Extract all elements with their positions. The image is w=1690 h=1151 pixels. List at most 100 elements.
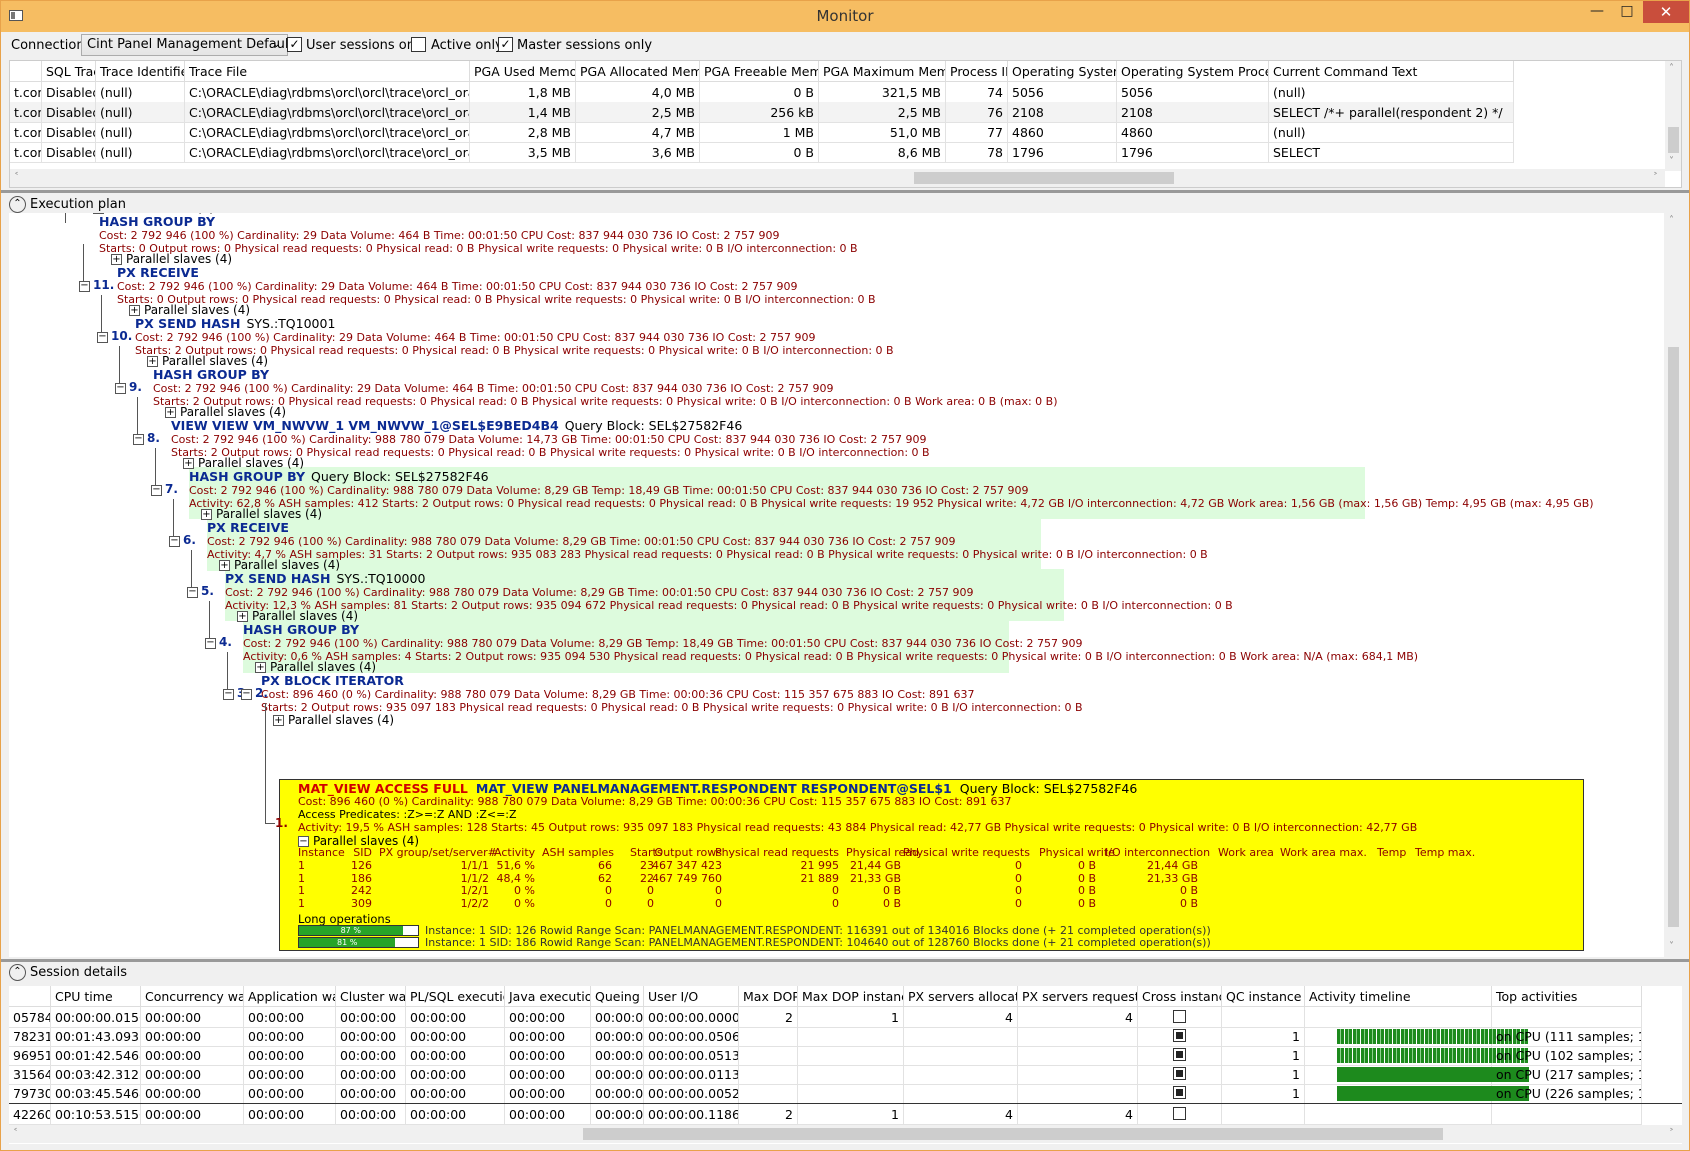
table-cell[interactable]: 1: [1222, 1083, 1305, 1104]
table-cell[interactable]: 00:00:00: [591, 1104, 644, 1125]
table-cell[interactable]: 1,4 MB: [470, 102, 576, 123]
column-header[interactable]: Activity timeline: [1305, 986, 1492, 1007]
table-cell[interactable]: 00:00:00: [336, 1064, 406, 1085]
table-cell[interactable]: 00:00:00.0113530: [644, 1064, 739, 1085]
table-cell[interactable]: 00:00:00: [244, 1104, 336, 1125]
parallel-slaves-toggle[interactable]: + Parallel slaves (4): [129, 303, 250, 317]
table-cell[interactable]: 00:00:00.0000000: [644, 1007, 739, 1028]
sessions-grid[interactable]: ˄ ˅ ˂ ˃ SQL TraceTrace IdentifierTrace F…: [9, 60, 1682, 188]
expand-icon[interactable]: +: [147, 356, 158, 367]
table-cell[interactable]: [904, 1064, 1018, 1085]
details-horizontal-scrollbar[interactable]: ˂ ˃: [9, 1125, 1682, 1143]
table-cell[interactable]: (null): [96, 122, 185, 143]
table-cell[interactable]: 00:00:00: [244, 1064, 336, 1085]
table-cell[interactable]: 1: [798, 1007, 904, 1028]
plan-node[interactable]: VIEW VIEW VM_NWVW_1 VM_NWVW_1@SEL$E9BED4…: [171, 418, 930, 459]
table-cell[interactable]: t.com: [10, 102, 42, 123]
table-cell[interactable]: [739, 1045, 798, 1066]
cross-instance-checkbox[interactable]: [1173, 1067, 1186, 1080]
table-cell[interactable]: 797300: [9, 1083, 51, 1104]
table-cell[interactable]: 4860: [1008, 122, 1117, 143]
column-header[interactable]: User I/O: [644, 986, 739, 1007]
column-header[interactable]: Java execution: [505, 986, 591, 1007]
collapse-node-icon[interactable]: −: [97, 332, 108, 343]
active-only-checkbox[interactable]: [411, 37, 426, 52]
column-header[interactable]: PL/SQL execution: [406, 986, 505, 1007]
parallel-slaves-toggle[interactable]: + Parallel slaves (4): [111, 252, 232, 266]
table-cell[interactable]: [739, 1064, 798, 1085]
close-button[interactable]: ✕: [1643, 1, 1689, 23]
table-cell[interactable]: [1222, 1104, 1305, 1125]
table-cell[interactable]: 1: [798, 1104, 904, 1125]
column-header[interactable]: Max DOP instances: [798, 986, 904, 1007]
plan-node[interactable]: HASH GROUP BY Cost: 2 792 946 (100 %) Car…: [243, 622, 1418, 663]
expand-icon[interactable]: +: [237, 611, 248, 622]
table-cell[interactable]: Disabled: [42, 82, 96, 103]
sessions-vertical-scrollbar[interactable]: ˄ ˅: [1665, 61, 1681, 171]
table-cell[interactable]: [1018, 1026, 1138, 1047]
column-header[interactable]: PGA Freeable Memory: [700, 61, 819, 82]
table-cell[interactable]: 77: [946, 122, 1008, 143]
table-cell[interactable]: 1796: [1008, 142, 1117, 163]
table-cell[interactable]: 3,6 MB: [576, 142, 700, 163]
table-cell[interactable]: 00:00:00.1186660: [644, 1104, 739, 1125]
collapse-node-icon[interactable]: −: [169, 536, 180, 547]
table-cell[interactable]: 00:00:00: [141, 1007, 244, 1028]
column-header[interactable]: Queing: [591, 986, 644, 1007]
table-cell[interactable]: [798, 1045, 904, 1066]
table-cell[interactable]: 4,0 MB: [576, 82, 700, 103]
column-header[interactable]: Max DOP: [739, 986, 798, 1007]
table-cell[interactable]: [1018, 1083, 1138, 1104]
column-header[interactable]: CPU time: [51, 986, 141, 1007]
table-cell[interactable]: 00:00:00.0506400: [644, 1026, 739, 1047]
table-cell[interactable]: 00:00:00: [336, 1045, 406, 1066]
parallel-slaves-toggle[interactable]: + Parallel slaves (4): [165, 405, 286, 419]
scroll-down-icon[interactable]: ˅: [1669, 156, 1674, 167]
table-cell[interactable]: 00:00:00: [505, 1083, 591, 1104]
scroll-left-icon[interactable]: ˂: [14, 172, 19, 183]
table-cell[interactable]: 0 B: [700, 142, 819, 163]
parallel-slaves-toggle[interactable]: + Parallel slaves (4): [255, 660, 376, 674]
table-cell[interactable]: 1 MB: [700, 122, 819, 143]
collapse-node-icon[interactable]: −: [151, 485, 162, 496]
splitter-top[interactable]: [1, 190, 1689, 193]
table-cell[interactable]: SELECT: [1269, 142, 1514, 163]
table-cell[interactable]: 1,8 MB: [470, 82, 576, 103]
scroll-thumb[interactable]: [583, 1128, 1443, 1140]
table-cell[interactable]: 00:00:00: [244, 1026, 336, 1047]
scroll-thumb[interactable]: [1668, 127, 1679, 153]
plan-node[interactable]: PX SEND HASH SYS.:TQ10000 Cost: 2 792 946 …: [225, 571, 1233, 612]
table-cell[interactable]: 00:10:53.5156250: [51, 1104, 141, 1125]
column-header[interactable]: PGA Used Memory: [470, 61, 576, 82]
expand-icon[interactable]: +: [165, 407, 176, 418]
plan-vertical-scrollbar[interactable]: ˄ ˅: [1665, 213, 1682, 957]
table-cell[interactable]: 5056: [1008, 82, 1117, 103]
table-cell[interactable]: 0 B: [700, 82, 819, 103]
table-cell[interactable]: 2,5 MB: [819, 102, 946, 123]
table-cell[interactable]: 2108: [1008, 102, 1117, 123]
collapse-node-icon[interactable]: −: [115, 383, 126, 394]
table-cell[interactable]: [904, 1083, 1018, 1104]
scroll-down-icon[interactable]: ˅: [1669, 941, 1674, 952]
table-cell[interactable]: [798, 1083, 904, 1104]
table-cell[interactable]: (null): [1269, 82, 1514, 103]
table-cell[interactable]: C:\ORACLE\diag\rdbms\orcl\orcl\trace\orc…: [185, 82, 470, 103]
table-cell[interactable]: 00:00:00: [336, 1026, 406, 1047]
user-sessions-only-checkbox[interactable]: ✓: [287, 37, 302, 52]
table-cell[interactable]: 76: [946, 102, 1008, 123]
collapse-node-icon[interactable]: −: [187, 587, 198, 598]
plan-node[interactable]: HASH GROUP BY Cost: 2 792 946 (100 %) Car…: [153, 367, 1058, 408]
column-header[interactable]: Current Command Text: [1269, 61, 1514, 82]
table-cell[interactable]: [904, 1045, 1018, 1066]
table-cell[interactable]: [798, 1026, 904, 1047]
collapse-node-icon[interactable]: −: [133, 434, 144, 445]
execution-plan-header[interactable]: ⌃ Execution plan: [9, 196, 126, 213]
table-cell[interactable]: 4,7 MB: [576, 122, 700, 143]
table-cell[interactable]: 00:00:00: [591, 1045, 644, 1066]
table-cell[interactable]: 00:00:00: [591, 1083, 644, 1104]
table-cell[interactable]: Disabled: [42, 122, 96, 143]
connection-select[interactable]: Cint Panel Management Default ⌄: [81, 34, 294, 56]
plan-node[interactable]: PX SEND HASH SYS.:TQ10001 Cost: 2 792 946 …: [135, 316, 894, 357]
cross-instance-checkbox[interactable]: [1173, 1048, 1186, 1061]
table-cell[interactable]: 1796: [1117, 142, 1269, 163]
